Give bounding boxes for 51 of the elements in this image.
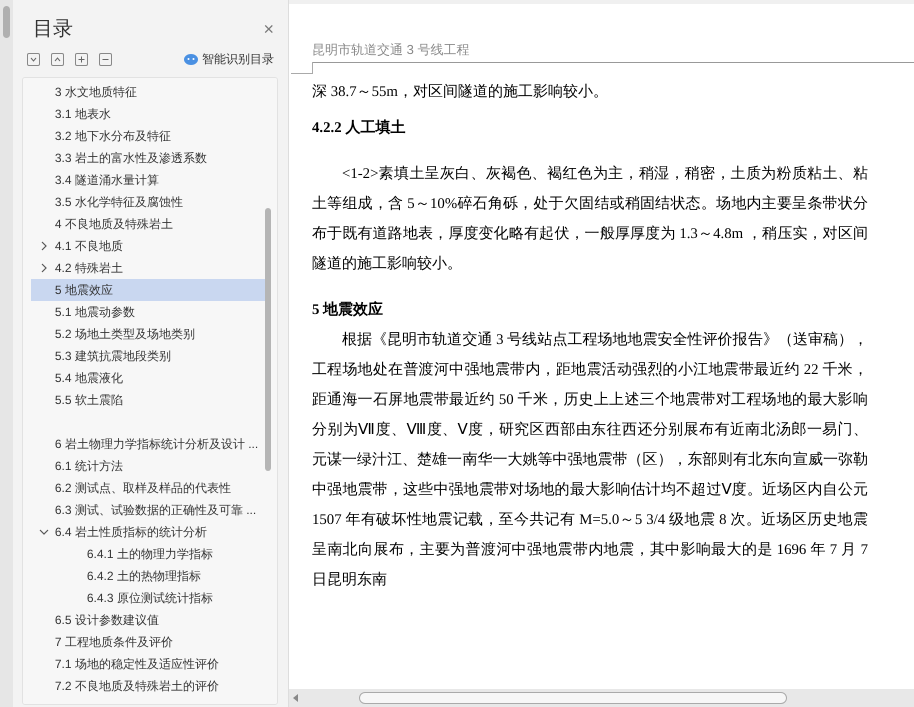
toc-item[interactable]: 6.1 统计方法 xyxy=(30,455,265,477)
toc-item[interactable]: 5.3 建筑抗震地段类别 xyxy=(30,345,265,367)
chevron-right-icon[interactable] xyxy=(38,241,49,251)
toc-item[interactable]: 3.4 隧道涌水量计算 xyxy=(30,169,265,191)
panel-title: 目录 xyxy=(32,17,73,42)
toc-item[interactable]: 5.4 地震液化 xyxy=(30,367,265,389)
toc-item[interactable]: 6.4 岩土性质指标的统计分析 xyxy=(30,521,265,543)
plus-icon xyxy=(76,54,86,64)
body-paragraph: <1-2>素填土呈灰白、灰褐色、褐红色为主，稍湿，稍密，土质为粉质粘土、粘土等组成，含 5～10%碎石角砾，处于欠固结或稍固结状态。场地内主要呈条带状分布于既有道路地表，厚度变化略有起伏，一般厚厚度为 1.3～4.8m ，稍压实，对区间隧道的施工影响较小。 xyxy=(312,164,868,274)
scrollbar-thumb[interactable] xyxy=(359,692,787,704)
toc-item[interactable]: 4.2 特殊岩土 xyxy=(30,257,265,279)
collapse-up-button[interactable] xyxy=(50,52,64,66)
scrollbar-thumb[interactable] xyxy=(2,6,10,38)
toc-item[interactable]: 5 地震效应 xyxy=(30,279,265,301)
toc-item[interactable]: 6.2 测试点、取样及样品的代表性 xyxy=(30,477,265,499)
toc-item[interactable]: 6.4.3 原位测试统计指标 xyxy=(30,587,265,609)
close-button[interactable]: × xyxy=(263,20,274,38)
chevron-up-icon xyxy=(52,54,62,64)
toc-item[interactable]: 7.2 不良地质及特殊岩土的评价 xyxy=(30,675,265,697)
toc-item[interactable]: 6 岩土物理力学指标统计分析及设计 ... xyxy=(30,433,265,455)
robot-face-icon xyxy=(184,54,198,64)
toc-item[interactable]: 5.5 软土震陷 xyxy=(30,389,265,411)
toc-item[interactable]: 4 不良地质及特殊岩土 xyxy=(30,213,265,235)
scroll-left-icon[interactable] xyxy=(293,694,299,702)
body-paragraph: 深 38.7～55m，对区间隧道的施工影响较小。 xyxy=(312,82,609,102)
toc-item[interactable]: 3.2 地下水分布及特征 xyxy=(30,125,265,147)
chevron-down-icon[interactable] xyxy=(38,527,49,537)
toc-item[interactable]: 6.4.2 土的热物理指标 xyxy=(30,565,265,587)
toc-item[interactable]: 5.1 地震动参数 xyxy=(30,301,265,323)
toc-item[interactable]: 3.1 地表水 xyxy=(30,103,265,125)
plus-button[interactable] xyxy=(74,52,88,66)
toc-item[interactable]: 4.1 不良地质 xyxy=(30,235,265,257)
toc-item[interactable]: 7 工程地质条件及评价 xyxy=(30,631,265,653)
page-header: 昆明市轨道交通 3 号线工程 xyxy=(312,40,914,62)
toc-item[interactable]: 6.4.1 土的物理力学指标 xyxy=(30,543,265,565)
minus-button[interactable] xyxy=(98,52,112,66)
toc-item[interactable]: 7.1 场地的稳定性及适应性评价 xyxy=(30,653,265,675)
section-heading: 4.2.2 人工填土 xyxy=(312,118,406,138)
toc-item[interactable]: 6.3 测试、试验数据的正确性及可靠 ... xyxy=(30,499,265,521)
toc-item[interactable]: 3.5 水化学特征及腐蚀性 xyxy=(30,191,265,213)
section-heading: 5 地震效应 xyxy=(312,300,384,320)
toc-item[interactable]: 6.5 设计参数建议值 xyxy=(30,609,265,631)
smart-toc-button[interactable]: 智能识别目录 xyxy=(184,50,274,68)
scrollbar-thumb[interactable] xyxy=(265,208,271,471)
corner-mark xyxy=(291,62,313,74)
body-paragraph: 根据《昆明市轨道交通 3 号线站点工程场地地震安全性评价报告》（送审稿），工程场地处在普渡河中强地震带内，距地震活动强烈的小江地震带最近约 22 千米，距通海一石屏地震带最近约 50 千米，历史上上述三个地震带对工程场地的最大影响分别为Ⅶ度、Ⅷ度、Ⅴ度，研究区西部由东往西还分别展布有近南北汤郎一易门、元谋一绿汁江、楚雄一南华一大姚等中强地震带（区），东部则有北东向宣威一弥勒中强地震带，这些中强地震带对场地的最大影响估计均不超过Ⅴ度。近场区内自公元 1507 年有破坏性地震记载，至今共记有 M=5.0～5 3/4 级地震 8 次。近场区历史地震呈南北向展布，主要为普渡河中强地震带内地震，其中影响最大的是 1696 年 7 月 7 日昆明东南 xyxy=(312,330,868,590)
toc-item[interactable]: 5.2 场地土类型及场地类别 xyxy=(30,323,265,345)
toc-item[interactable]: 3 水文地质特征 xyxy=(30,81,265,103)
expand-down-button[interactable] xyxy=(26,52,40,66)
toc-item[interactable]: 3.3 岩土的富水性及渗透系数 xyxy=(30,147,265,169)
chevron-right-icon[interactable] xyxy=(38,263,49,273)
